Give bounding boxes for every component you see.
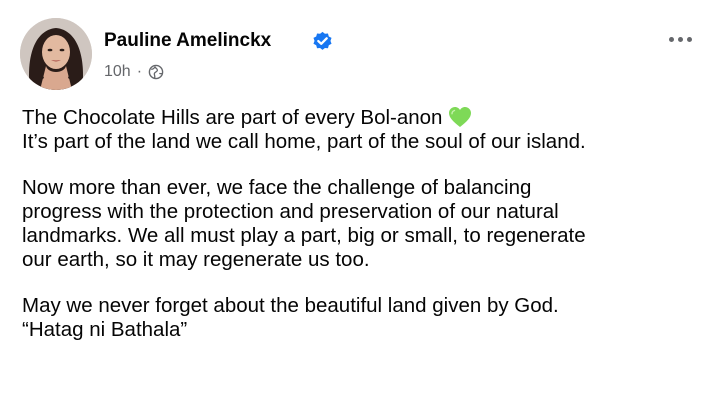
post-text-line: May we never forget about the beautiful …: [22, 294, 559, 317]
more-options-icon: [677, 36, 683, 42]
author-name[interactable]: Pauline Amelinckx: [104, 30, 271, 52]
post-meta: 10h ·: [104, 62, 164, 82]
post-timestamp[interactable]: 10h: [104, 63, 131, 81]
meta-separator: ·: [136, 63, 143, 80]
avatar[interactable]: [20, 18, 92, 90]
more-options-button[interactable]: [660, 27, 700, 51]
more-options-icon: [686, 36, 692, 42]
post-body: The Chocolate Hills are part of every Bo…: [22, 106, 712, 342]
profile-photo: [20, 18, 92, 90]
green-heart-icon: [449, 107, 472, 127]
post-text-line: our earth, so it may regenerate us too.: [22, 248, 370, 271]
verified-badge-icon: [313, 31, 332, 50]
post-text-line: The Chocolate Hills are part of every Bo…: [22, 106, 712, 130]
post-text-line: Now more than ever, we face the challeng…: [22, 176, 532, 199]
more-options-icon: [668, 36, 674, 42]
facebook-post: Pauline Amelinckx 10h · The Chocolate Hi…: [0, 0, 720, 404]
post-text-line: landmarks. We all must play a part, big …: [22, 224, 586, 247]
globe-icon[interactable]: [148, 64, 164, 80]
post-text-segment: The Chocolate Hills are part of every Bo…: [22, 106, 443, 129]
post-text-line: progress with the protection and preserv…: [22, 200, 559, 223]
post-text-line: “Hatag ni Bathala”: [22, 318, 188, 341]
post-text-line: It’s part of the land we call home, part…: [22, 130, 586, 153]
